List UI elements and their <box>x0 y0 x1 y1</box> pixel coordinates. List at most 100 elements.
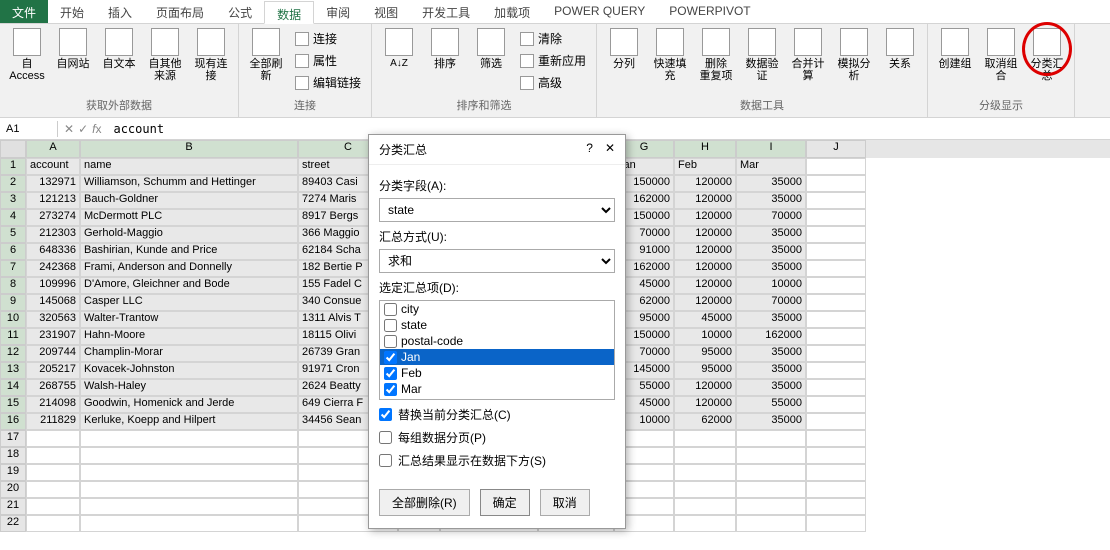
tab-审阅[interactable]: 审阅 <box>314 0 362 23</box>
btn-高级[interactable]: 高级 <box>516 72 590 93</box>
btn-自文本[interactable]: 自文本 <box>98 26 140 72</box>
filter-button[interactable]: 筛选 <box>470 26 512 72</box>
cell[interactable] <box>26 498 80 515</box>
cell[interactable]: account <box>26 158 80 175</box>
cell[interactable]: Goodwin, Homenick and Jerde <box>80 396 298 413</box>
tab-POWER QUERY[interactable]: POWER QUERY <box>542 0 657 23</box>
col-header-A[interactable]: A <box>26 140 80 158</box>
cell[interactable]: 120000 <box>674 175 736 192</box>
btn-自其他来源[interactable]: 自其他来源 <box>144 26 186 84</box>
row-header[interactable]: 1 <box>0 158 26 175</box>
tab-数据[interactable]: 数据 <box>264 1 314 24</box>
row-header[interactable]: 19 <box>0 464 26 481</box>
cell[interactable]: Kovacek-Johnston <box>80 362 298 379</box>
cell[interactable]: Mar <box>736 158 806 175</box>
cell[interactable]: D'Amore, Gleichner and Bode <box>80 277 298 294</box>
cell[interactable]: 120000 <box>674 192 736 209</box>
row-header[interactable]: 11 <box>0 328 26 345</box>
cell[interactable]: 162000 <box>736 328 806 345</box>
cell[interactable] <box>736 430 806 447</box>
btn-自网站[interactable]: 自网站 <box>52 26 94 72</box>
cell[interactable]: 320563 <box>26 311 80 328</box>
cancel-icon[interactable]: ✕ <box>64 122 74 136</box>
tab-页面布局[interactable]: 页面布局 <box>144 0 216 23</box>
cell[interactable]: Kerluke, Koepp and Hilpert <box>80 413 298 430</box>
cell[interactable] <box>736 481 806 498</box>
cell[interactable] <box>806 328 866 345</box>
refresh-all-button[interactable]: 全部刷新 <box>245 26 287 84</box>
cell[interactable]: 121213 <box>26 192 80 209</box>
close-icon[interactable]: ✕ <box>605 141 615 158</box>
tab-开发工具[interactable]: 开发工具 <box>410 0 482 23</box>
row-header[interactable]: 22 <box>0 515 26 532</box>
btn-快速填充[interactable]: 快速填充 <box>649 26 691 84</box>
cell[interactable] <box>736 447 806 464</box>
remove-all-button[interactable]: 全部删除(R) <box>379 489 470 516</box>
cell[interactable]: 35000 <box>736 226 806 243</box>
cell[interactable] <box>806 311 866 328</box>
cell[interactable] <box>736 498 806 515</box>
cell[interactable]: 231907 <box>26 328 80 345</box>
row-header[interactable]: 20 <box>0 481 26 498</box>
cell[interactable] <box>806 277 866 294</box>
row-header[interactable]: 13 <box>0 362 26 379</box>
help-icon[interactable]: ? <box>586 141 593 158</box>
sort-az-button[interactable]: A↓Z <box>378 26 420 71</box>
cell[interactable]: 35000 <box>736 311 806 328</box>
cell[interactable]: Bashirian, Kunde and Price <box>80 243 298 260</box>
cell[interactable] <box>806 515 866 532</box>
cell[interactable]: 35000 <box>736 175 806 192</box>
btn-模拟分析[interactable]: 模拟分析 <box>833 26 875 84</box>
cell[interactable] <box>806 226 866 243</box>
cell[interactable]: 120000 <box>674 379 736 396</box>
row-header[interactable]: 16 <box>0 413 26 430</box>
cell[interactable] <box>80 447 298 464</box>
cell[interactable]: 120000 <box>674 396 736 413</box>
row-header[interactable]: 14 <box>0 379 26 396</box>
btn-现有连接[interactable]: 现有连接 <box>190 26 232 84</box>
cell[interactable] <box>806 260 866 277</box>
cell[interactable] <box>806 362 866 379</box>
cell[interactable]: 70000 <box>736 209 806 226</box>
cell[interactable]: Bauch-Goldner <box>80 192 298 209</box>
list-item-state[interactable]: state <box>380 317 614 333</box>
col-header-H[interactable]: H <box>674 140 736 158</box>
cell[interactable]: 95000 <box>674 362 736 379</box>
list-item-postal-code[interactable]: postal-code <box>380 333 614 349</box>
cell[interactable]: 273274 <box>26 209 80 226</box>
cell[interactable]: 35000 <box>736 413 806 430</box>
cell[interactable]: 212303 <box>26 226 80 243</box>
cell[interactable]: McDermott PLC <box>80 209 298 226</box>
row-header[interactable]: 5 <box>0 226 26 243</box>
cell[interactable] <box>806 192 866 209</box>
cell[interactable] <box>80 481 298 498</box>
ok-button[interactable]: 确定 <box>480 489 530 516</box>
cell[interactable]: 120000 <box>674 243 736 260</box>
cell[interactable]: 10000 <box>736 277 806 294</box>
btn-分类汇总[interactable]: 分类汇总 <box>1026 26 1068 84</box>
btn-取消组合[interactable]: 取消组合 <box>980 26 1022 84</box>
cell[interactable]: 120000 <box>674 294 736 311</box>
cell[interactable]: 62000 <box>674 413 736 430</box>
col-header-J[interactable]: J <box>806 140 866 158</box>
cell[interactable] <box>806 243 866 260</box>
cell[interactable] <box>674 498 736 515</box>
btn-编辑链接[interactable]: 编辑链接 <box>291 72 365 93</box>
cell[interactable]: 45000 <box>674 311 736 328</box>
cell[interactable] <box>806 396 866 413</box>
cell[interactable]: 95000 <box>674 345 736 362</box>
tab-公式[interactable]: 公式 <box>216 0 264 23</box>
cell[interactable]: Feb <box>674 158 736 175</box>
cell[interactable]: 268755 <box>26 379 80 396</box>
col-header-B[interactable]: B <box>80 140 298 158</box>
row-header[interactable]: 9 <box>0 294 26 311</box>
tab-加载项[interactable]: 加载项 <box>482 0 542 23</box>
row-header[interactable]: 7 <box>0 260 26 277</box>
cell[interactable]: 109996 <box>26 277 80 294</box>
cell[interactable]: 35000 <box>736 345 806 362</box>
cell[interactable] <box>806 379 866 396</box>
row-header[interactable]: 3 <box>0 192 26 209</box>
row-header[interactable]: 8 <box>0 277 26 294</box>
enter-icon[interactable]: ✓ <box>78 122 88 136</box>
list-item-Jan[interactable]: Jan <box>380 349 614 365</box>
